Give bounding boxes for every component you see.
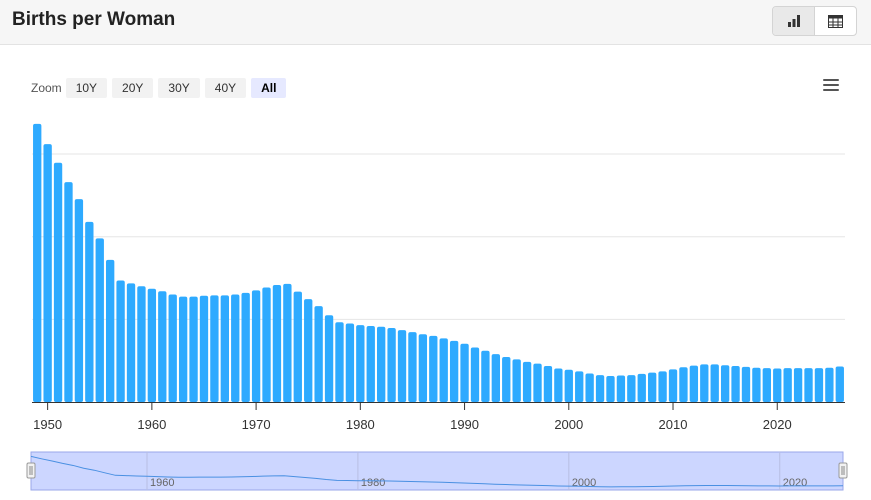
x-tick-label: 1950 [33,417,62,432]
bar[interactable] [210,295,219,402]
bar[interactable] [658,371,667,402]
x-tick-label: 1970 [242,417,271,432]
bar[interactable] [481,350,490,402]
bar[interactable] [522,361,532,402]
bar[interactable] [199,295,209,402]
bar[interactable] [731,366,740,402]
bar[interactable] [710,364,719,402]
bar[interactable] [387,328,396,402]
bar[interactable] [773,368,782,402]
navigator-tick-label: 1960 [150,477,174,489]
navigator-left-handle[interactable] [26,462,36,479]
navigator: 1960 1980 2000 2020 [26,451,848,491]
bar[interactable] [304,299,313,402]
bar[interactable] [324,315,334,402]
bar[interactable] [637,373,646,402]
bar[interactable] [835,366,844,402]
bar[interactable] [814,368,824,402]
bar[interactable] [595,375,605,402]
x-tick-label: 1980 [346,417,375,432]
navigator-right-handle[interactable] [838,462,848,479]
bar[interactable] [345,323,355,402]
bar[interactable] [460,343,469,402]
bar[interactable] [220,295,229,402]
bar[interactable] [825,367,834,402]
bar[interactable] [449,340,459,402]
bar[interactable] [126,283,136,402]
bar[interactable] [554,368,563,402]
bar[interactable] [783,368,792,402]
bar[interactable] [700,364,709,402]
bar[interactable] [616,375,626,402]
navigator-tick-label: 2000 [572,477,596,489]
bar[interactable] [627,375,636,402]
bar[interactable] [366,325,375,402]
bar[interactable] [470,347,480,402]
bar[interactable] [741,366,751,402]
bar[interactable] [137,286,146,402]
bar[interactable] [158,291,167,402]
bar[interactable] [189,296,198,402]
bar-series [33,123,844,403]
bar[interactable] [178,296,188,402]
x-axis: 1950 1960 1970 1980 1990 2000 2010 2020 [32,402,845,432]
bar[interactable] [502,356,511,402]
bar[interactable] [533,363,542,402]
bar[interactable] [564,369,573,402]
bar[interactable] [418,334,428,402]
bar[interactable] [439,338,448,402]
bar[interactable] [606,375,615,402]
bar[interactable] [762,368,771,402]
x-tick-label: 2020 [763,417,792,432]
bar[interactable] [575,371,584,402]
bar[interactable] [272,285,282,402]
bar[interactable] [251,290,261,402]
bar[interactable] [648,372,657,402]
bar[interactable] [231,294,240,402]
bar[interactable] [95,238,104,402]
bar[interactable] [356,325,365,402]
bar[interactable] [147,288,157,402]
bar[interactable] [74,199,84,402]
bar[interactable] [429,335,438,402]
bar[interactable] [314,306,323,402]
bar[interactable] [53,162,63,402]
x-tick-label: 1990 [450,417,479,432]
bar[interactable] [377,326,386,402]
x-tick-label: 1960 [137,417,166,432]
x-tick-label: 2000 [554,417,583,432]
bar[interactable] [85,221,94,402]
bar[interactable] [335,322,344,402]
bar[interactable] [168,294,177,402]
bar[interactable] [262,287,271,402]
bar[interactable] [241,292,250,402]
bar[interactable] [689,365,699,402]
bar[interactable] [668,369,678,402]
bar[interactable] [397,330,407,402]
bar[interactable] [293,291,302,402]
bar[interactable] [793,368,803,402]
bar[interactable] [64,182,73,402]
bar[interactable] [679,367,688,402]
bar[interactable] [752,367,761,402]
bar[interactable] [408,332,417,402]
bar[interactable] [585,373,594,402]
bar[interactable] [283,283,292,402]
x-tick-label: 2010 [659,417,688,432]
bar[interactable] [116,280,125,402]
navigator-tick-label: 2020 [783,477,807,489]
bar[interactable] [543,366,553,402]
bar[interactable] [106,259,115,402]
bar[interactable] [512,359,521,402]
bar[interactable] [804,368,813,402]
bar[interactable] [720,365,730,402]
bar[interactable] [491,354,500,402]
navigator-tick-label: 1980 [361,477,385,489]
bar[interactable] [33,123,42,403]
bar-chart: 1950 1960 1970 1980 1990 2000 2010 2020 1960 198… [26,123,848,491]
bar[interactable] [43,144,52,402]
